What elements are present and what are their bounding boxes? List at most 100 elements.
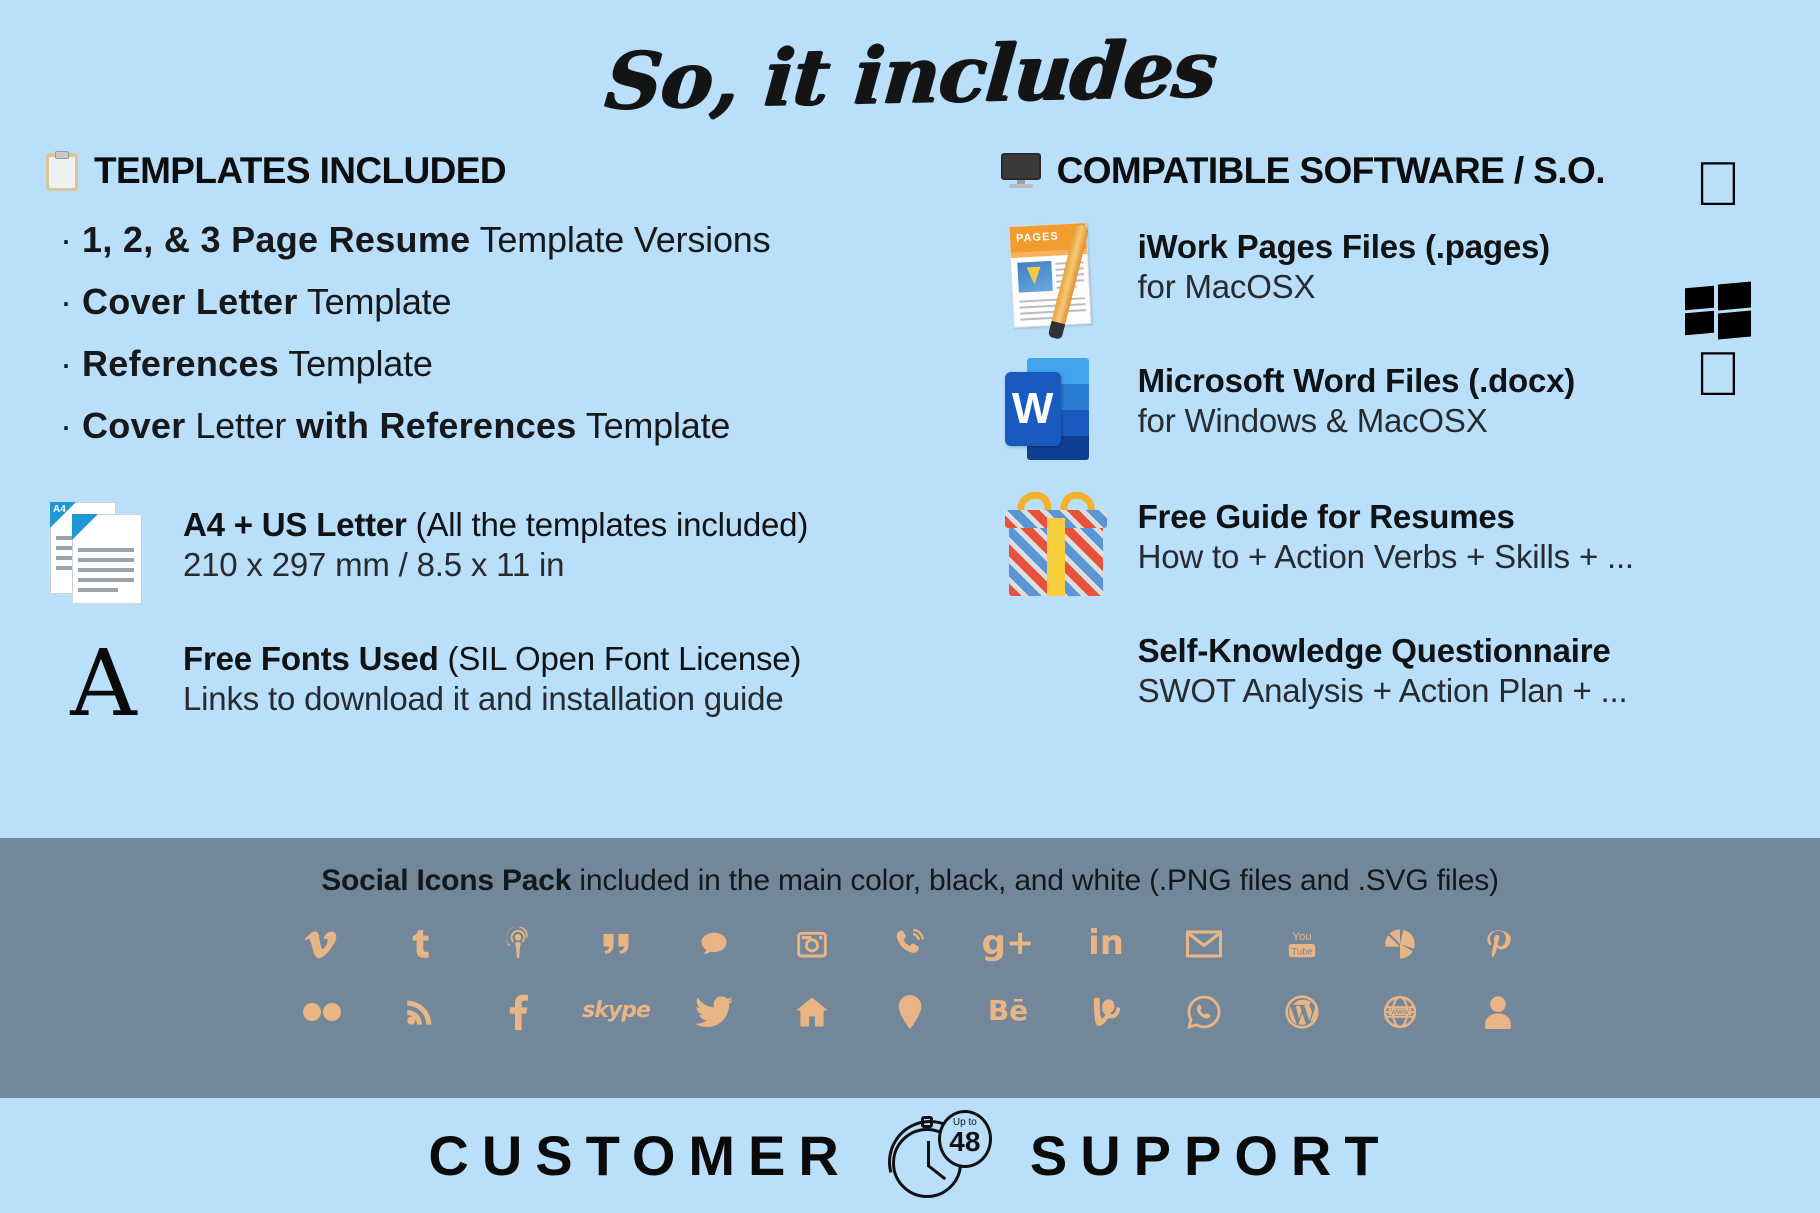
feature-subtitle: 210 x 297 mm / 8.5 x 11 in: [183, 545, 565, 583]
bullet-bold: Cover: [82, 405, 186, 446]
apple-logo: : [1658, 344, 1778, 406]
feature-free-guide: Free Guide for Resumes How to + Action V…: [1001, 486, 1774, 598]
feature-subtitle: How to + Action Verbs + Skills + ...: [1137, 537, 1634, 575]
linkedin-icon[interactable]: in: [1057, 920, 1155, 966]
quote-icon[interactable]: [567, 920, 665, 966]
footer-customer-label: CUSTOMER: [428, 1124, 852, 1187]
bullet-bold-2: with References: [296, 405, 577, 446]
feature-text: Microsoft Word Files (.docx) for Windows…: [1137, 356, 1576, 443]
bullet-rest: Template: [576, 405, 731, 446]
tumblr-icon[interactable]: [371, 920, 469, 966]
flickr-icon[interactable]: [273, 988, 371, 1034]
feature-title-rest: (SIL Open Font License): [438, 640, 802, 677]
podcast-icon[interactable]: [469, 920, 567, 966]
behance-icon[interactable]: Bē: [959, 988, 1057, 1034]
email-icon[interactable]: [1155, 920, 1253, 966]
templates-column: TEMPLATES INCLUDED · 1, 2, & 3 Page Resum…: [46, 150, 1001, 768]
infographic-page: So, it includes TEMPLATES INCLUDED · 1, 2…: [0, 0, 1820, 1213]
wordpress-icon[interactable]: [1253, 988, 1351, 1034]
feature-subtitle: SWOT Analysis + Action Plan + ...: [1137, 671, 1628, 709]
svg-text:You: You: [1292, 931, 1311, 943]
list-item: · Cover Letter with References Template: [60, 405, 731, 446]
social-pack-title: Social Icons Pack included in the main c…: [0, 838, 1820, 898]
apple-logo: : [1658, 154, 1778, 216]
feature-title-bold: Microsoft Word Files (.docx): [1137, 362, 1576, 399]
badge-hours-number: 48: [949, 1125, 981, 1157]
feature-title-bold: Self-Knowledge Questionnaire: [1137, 632, 1611, 669]
feature-text: iWork Pages Files (.pages) for MacOSX: [1137, 222, 1551, 309]
feature-title-bold: Free Fonts Used: [183, 640, 439, 677]
list-item: · Cover Letter Template: [60, 281, 452, 322]
whatsapp-icon[interactable]: [1155, 988, 1253, 1034]
vimeo-icon[interactable]: [273, 920, 371, 966]
feature-title-bold: A4 + US Letter: [183, 506, 407, 543]
instagram-icon[interactable]: [763, 920, 861, 966]
feature-subtitle: for MacOSX: [1137, 267, 1316, 305]
feature-a4-us-letter: A4 A4 + US Letter (All the templates inc…: [46, 500, 1001, 606]
bullet-bold: 1, 2, & 3 Page Resume: [82, 219, 471, 260]
a4-label: A4: [53, 504, 66, 515]
feature-title-bold: iWork Pages Files (.pages): [1137, 228, 1551, 265]
feature-free-fonts: A Free Fonts Used (SIL Open Font License…: [46, 634, 1001, 740]
user-icon[interactable]: [1449, 988, 1547, 1034]
social-pack-title-rest: included in the main color, black, and w…: [571, 864, 1499, 897]
monitor-icon: [1000, 153, 1041, 189]
stopwatch-icon: Up to 48: [872, 1104, 996, 1213]
home-icon[interactable]: [763, 988, 861, 1034]
templates-bullet-list: · 1, 2, & 3 Page Resume Template Versions…: [60, 222, 1001, 444]
list-item: · References Template: [60, 343, 433, 384]
vine-icon[interactable]: [1057, 988, 1155, 1034]
clipboard-icon: [46, 151, 78, 191]
social-icons-band: Social Icons Pack included in the main c…: [0, 838, 1820, 1098]
feature-text: Self-Knowledge Questionnaire SWOT Analys…: [1138, 626, 1628, 713]
bullet-rest: Template: [279, 343, 433, 384]
bullet-mid: Letter: [185, 405, 297, 446]
viber-icon[interactable]: [861, 920, 959, 966]
feature-self-knowledge: Self-Knowledge Questionnaire SWOT Analys…: [1001, 626, 1774, 732]
letter-a-glyph: A: [70, 630, 137, 737]
compatible-software-column: COMPATIBLE SOFTWARE / S.O.   PAGES: [1000, 150, 1774, 768]
twitter-icon[interactable]: [665, 988, 763, 1034]
word-icon-glyph: W: [1011, 384, 1054, 433]
skype-icon[interactable]: skype: [567, 988, 665, 1034]
list-item: · 1, 2, & 3 Page Resume Template Versions: [60, 219, 771, 260]
chat-bubble-icon[interactable]: [665, 920, 763, 966]
feature-text: Free Fonts Used (SIL Open Font License) …: [183, 634, 801, 721]
windows-logo: [1685, 281, 1751, 340]
bullet-bold: References: [82, 343, 280, 384]
support-hours-badge: Up to 48: [937, 1109, 992, 1168]
picasa-icon[interactable]: [1351, 920, 1449, 966]
customer-support-footer: CUSTOMER Up to 48 SUPPORT: [0, 1098, 1820, 1213]
globe-www-icon[interactable]: WWW: [1351, 988, 1449, 1034]
letter-a-font-icon: A: [46, 634, 161, 740]
page-title: So, it includes: [601, 23, 1219, 127]
svg-text:Tube: Tube: [1291, 946, 1312, 957]
footer-support-label: SUPPORT: [1029, 1124, 1392, 1187]
content-columns: TEMPLATES INCLUDED · 1, 2, & 3 Page Resum…: [0, 150, 1820, 768]
feature-text: Free Guide for Resumes How to + Action V…: [1138, 492, 1634, 579]
rss-icon[interactable]: [371, 988, 469, 1034]
gift-box-icon: [1001, 486, 1116, 598]
social-icon-row-1: g+ in You Tube: [0, 920, 1820, 966]
svg-text:WWW: WWW: [1391, 1009, 1409, 1016]
bullet-rest: Template Versions: [470, 219, 771, 260]
iwork-pages-icon: PAGES: [1001, 222, 1116, 329]
facebook-icon[interactable]: [469, 988, 567, 1034]
youtube-icon[interactable]: You Tube: [1253, 920, 1351, 966]
microsoft-word-icon: W: [1001, 356, 1116, 462]
page-title-wrap: So, it includes: [0, 0, 1820, 150]
software-heading-label: COMPATIBLE SOFTWARE / S.O.: [1056, 150, 1606, 191]
social-icon-row-2: skype Bē WWW: [0, 988, 1820, 1034]
bullet-rest: Template: [297, 281, 452, 322]
bullet-bold: Cover Letter: [82, 281, 298, 322]
no-icon-spacer: [1001, 626, 1116, 732]
social-pack-title-bold: Social Icons Pack: [321, 864, 572, 897]
map-pin-icon[interactable]: [861, 988, 959, 1034]
templates-heading-label: TEMPLATES INCLUDED: [94, 150, 507, 191]
pinterest-icon[interactable]: [1449, 920, 1547, 966]
feature-subtitle: Links to download it and installation gu…: [183, 679, 784, 717]
os-logo-stack:  : [1658, 154, 1778, 406]
feature-title-rest: (All the templates included): [406, 506, 809, 543]
a4-us-letter-documents-icon: A4: [46, 500, 161, 606]
google-plus-icon[interactable]: g+: [959, 920, 1057, 966]
